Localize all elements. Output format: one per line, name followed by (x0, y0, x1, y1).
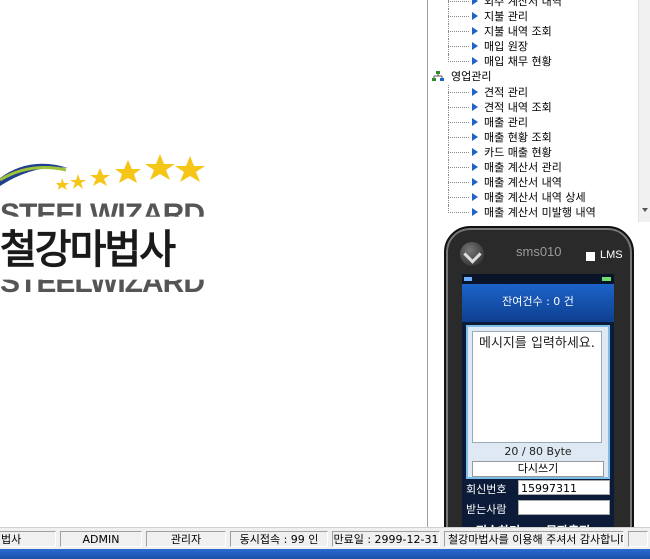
arrow-icon (472, 178, 478, 186)
byte-counter: 20 / 80 Byte (504, 445, 572, 458)
arrow-icon (472, 103, 478, 111)
sms-phone-widget: sms010 LMS 잔여건수 : 0 건 메시지를 입력하세요. 20 / 8… (444, 226, 634, 538)
taskbar (0, 549, 650, 559)
arrow-icon (472, 0, 478, 5)
status-bar: 법사 ADMIN 관리자 동시접속 : 99 인 만료일 : 2999-12-3… (0, 527, 650, 550)
phone-status-bar (462, 274, 614, 284)
arrow-icon (472, 133, 478, 141)
status-company: 법사 (0, 531, 56, 547)
stars-icon (56, 154, 205, 190)
status-role: 관리자 (146, 531, 226, 547)
arrow-icon (472, 148, 478, 156)
retype-button[interactable]: 다시쓰기 (472, 461, 604, 477)
arrow-icon (472, 193, 478, 201)
logo-korean: 철강마법사 (0, 227, 176, 273)
arrow-icon (472, 88, 478, 96)
sms-title: sms010 (516, 244, 562, 259)
battery-icon (602, 277, 611, 281)
recipient-label: 받는사람 (466, 503, 507, 516)
phone-screen: 잔여건수 : 0 건 메시지를 입력하세요. 20 / 80 Byte 다시쓰기… (462, 274, 614, 538)
status-message: 철강마법사를 이용해 주셔서 감사합니다 (444, 531, 624, 547)
tree-scrollbar[interactable] (638, 0, 650, 222)
remaining-count: 잔여건수 : 0 건 (462, 284, 614, 322)
steelwizard-logo: STEELWIZARD 철강마법사 STEELWIZARD (0, 140, 230, 300)
arrow-icon (472, 208, 478, 216)
reply-number-label: 회신번호 (466, 483, 507, 496)
tree-group-icon (432, 71, 444, 81)
phone-logo-icon (460, 242, 484, 266)
status-expire: 만료일 : 2999-12-31 (332, 531, 440, 547)
phone-header: sms010 LMS (460, 240, 623, 274)
arrow-icon (472, 12, 478, 20)
lms-checkbox[interactable] (586, 252, 595, 261)
status-grip (628, 531, 648, 547)
reply-number-input[interactable]: 15997311 (518, 480, 610, 495)
arrow-icon (472, 57, 478, 65)
arrow-icon (472, 118, 478, 126)
message-placeholder: 메시지를 입력하세요. (479, 336, 595, 351)
status-concurrent: 동시접속 : 99 인 (230, 531, 328, 547)
signal-icon (464, 277, 472, 281)
lms-label: LMS (600, 249, 623, 261)
arrow-icon (472, 27, 478, 35)
scroll-down-icon[interactable] (642, 208, 648, 212)
arrow-icon (472, 163, 478, 171)
menu-tree[interactable]: 외주 계산서 내역 지불 관리 지불 내역 조회 매입 원장 매입 채무 현황 … (428, 0, 638, 222)
message-area: 메시지를 입력하세요. 20 / 80 Byte 다시쓰기 (466, 325, 610, 479)
arrow-icon (472, 42, 478, 50)
status-user: ADMIN (60, 531, 142, 547)
message-input[interactable]: 메시지를 입력하세요. (472, 331, 602, 443)
recipient-input[interactable] (518, 500, 610, 515)
